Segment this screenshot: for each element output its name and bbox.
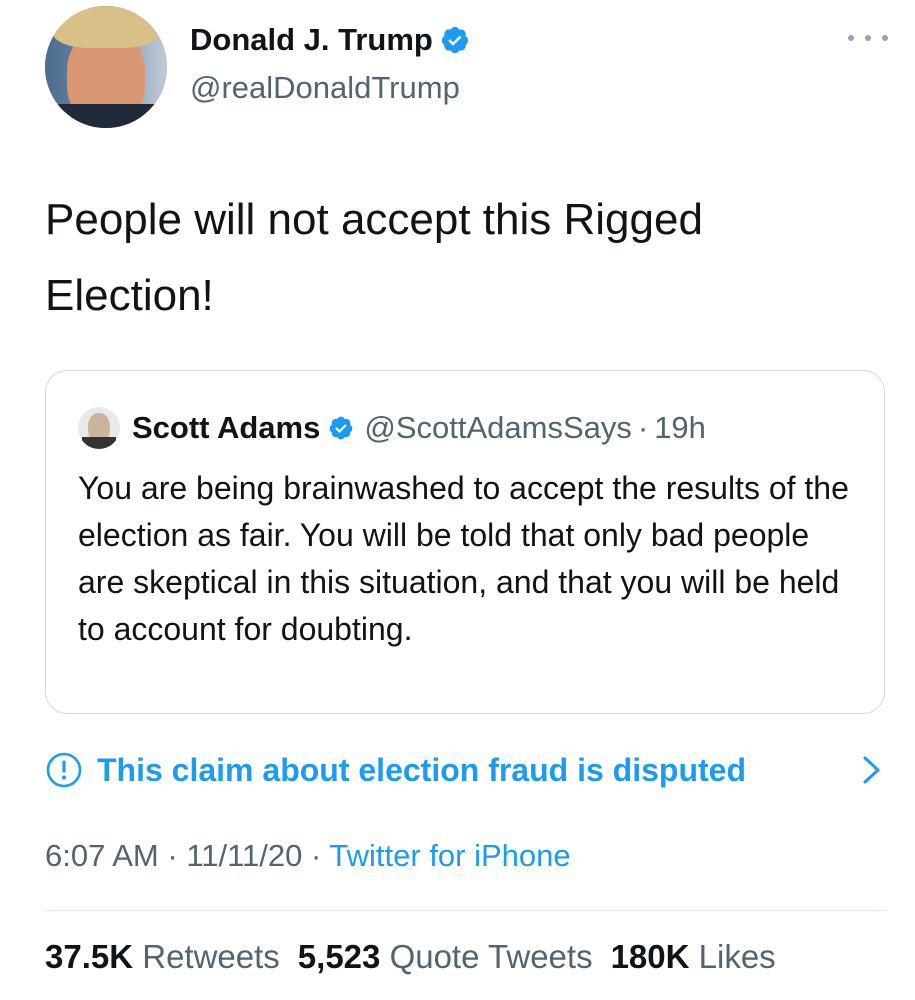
meta-separator: · [167, 838, 178, 873]
quoted-timestamp[interactable]: 19h [654, 410, 706, 446]
quoted-tweet-card[interactable]: Scott Adams @ScottAdamsSays · 19h You ar… [45, 370, 885, 714]
quoted-author-handle[interactable]: @ScottAdamsSays [364, 410, 632, 446]
quoted-separator: · [637, 410, 649, 445]
retweets-count: 37.5K [45, 938, 134, 975]
quoted-tweet-header: Scott Adams @ScottAdamsSays · 19h [132, 407, 706, 449]
author-avatar[interactable] [45, 6, 167, 128]
tweet-detail: Donald J. Trump @realDonaldTrump People … [0, 0, 915, 1000]
likes-stat[interactable]: 180K Likes [611, 938, 776, 975]
meta-separator: · [311, 838, 322, 873]
quote-tweets-count: 5,523 [297, 938, 381, 975]
quote-tweets-label: Quote Tweets [389, 938, 593, 975]
tweet-stats: 37.5K Retweets 5,523 Quote Tweets 180K Lik… [45, 938, 794, 976]
more-options-icon[interactable] [848, 28, 888, 48]
likes-count: 180K [610, 938, 690, 975]
quoted-author-avatar[interactable] [78, 407, 120, 449]
quote-tweets-stat[interactable]: 5,523 Quote Tweets [298, 938, 593, 975]
quoted-author-name[interactable]: Scott Adams [132, 410, 320, 446]
verified-badge-icon [441, 26, 468, 54]
likes-label: Likes [698, 938, 776, 975]
disputed-claim-text[interactable]: This claim about election fraud is dispu… [97, 752, 746, 789]
tweet-meta: 6:07 AM · 11/11/20 · Twitter for iPhone [45, 838, 571, 874]
tweet-time[interactable]: 6:07 AM [45, 838, 159, 873]
divider [45, 910, 887, 911]
quoted-tweet-text: You are being brainwashed to accept the … [78, 470, 849, 647]
info-exclamation-icon [46, 752, 82, 788]
chevron-right-icon [863, 756, 880, 784]
disputed-claim-notice[interactable]: This claim about election fraud is dispu… [45, 748, 887, 792]
author-handle[interactable]: @realDonaldTrump [190, 70, 460, 106]
tweet-text: People will not accept this Rigged Elect… [45, 195, 703, 320]
quoted-verified-badge-icon [329, 416, 353, 440]
tweet-source-link[interactable]: Twitter for iPhone [329, 838, 570, 873]
author-name[interactable]: Donald J. Trump [190, 22, 433, 58]
retweets-label: Retweets [142, 938, 280, 975]
author-name-row[interactable]: Donald J. Trump [190, 22, 470, 58]
retweets-stat[interactable]: 37.5K Retweets [45, 938, 280, 975]
tweet-date[interactable]: 11/11/20 [186, 838, 302, 873]
